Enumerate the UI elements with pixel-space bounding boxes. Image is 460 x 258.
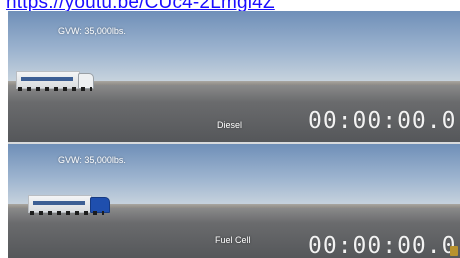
timer-readout: 00:00:00.0 [308, 233, 457, 258]
trailer-stripe [21, 77, 73, 81]
truck-wheels [18, 87, 92, 91]
diesel-truck [16, 71, 94, 93]
timer-readout: 00:00:00.0 [308, 108, 457, 134]
truck-wheels [30, 211, 104, 215]
diesel-panel: GVW: 35,000lbs. Diesel 00:00:00.0 [8, 11, 460, 142]
fuel-type-label: Diesel [217, 120, 243, 130]
fuel-cell-truck [28, 195, 110, 217]
fuel-type-label: Fuel Cell [215, 235, 251, 245]
page: https://youtu.be/CUc4-2Lmgl4Z GVW: 35,00… [0, 0, 460, 258]
trailer-stripe [33, 201, 85, 205]
video-player[interactable]: GVW: 35,000lbs. Diesel 00:00:00.0 GVW: 3… [8, 11, 460, 258]
gvw-label: GVW: 35,000lbs. [58, 155, 126, 165]
corner-icon[interactable] [450, 246, 458, 256]
fuel-cell-panel: GVW: 35,000lbs. Fuel Cell 00:00:00.0 [8, 144, 460, 258]
gvw-label: GVW: 35,000lbs. [58, 26, 126, 36]
